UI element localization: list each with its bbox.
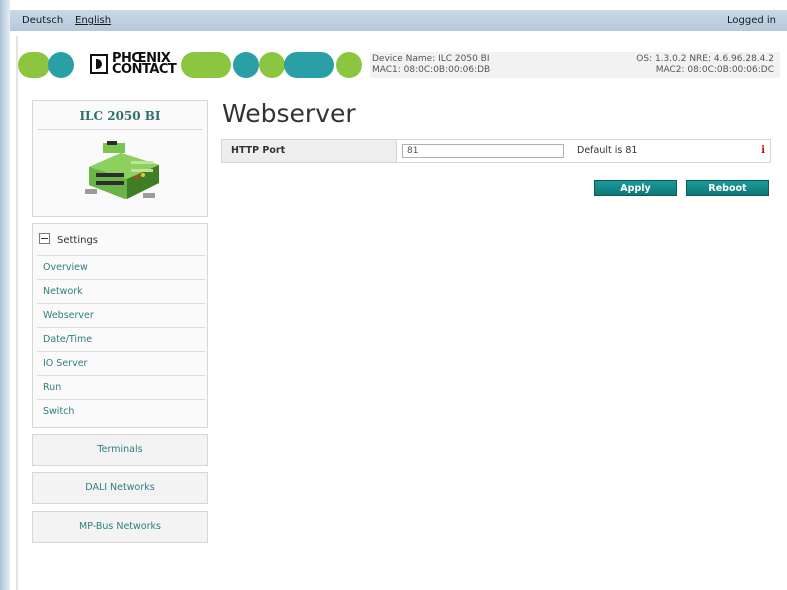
device-name: Device Name: ILC 2050 BI — [372, 54, 490, 64]
controller-device-image — [85, 141, 159, 199]
reboot-button[interactable]: Reboot — [686, 180, 769, 196]
decor-teal-pill — [284, 52, 334, 78]
mac1-address: MAC1: 08:0C:0B:00:06:DB — [372, 65, 491, 75]
settings-title: Settings — [57, 235, 99, 246]
device-title: ILC 2050 BI — [79, 109, 161, 123]
left-edge-strip — [0, 0, 10, 590]
decor-teal-circle — [233, 52, 259, 78]
left-divider — [16, 36, 18, 590]
device-panel: ILC 2050 BI — [32, 100, 208, 217]
header-banner: PHŒNIX CONTACT Device Name: ILC 2050 BI … — [18, 50, 780, 78]
top-bar: Deutsch English Logged in — [10, 10, 787, 31]
nav-item-network[interactable]: Network — [37, 279, 205, 303]
nav-item-date-time[interactable]: Date/Time — [37, 327, 205, 351]
nav-group-dali-networks[interactable]: DALI Networks — [32, 472, 208, 504]
page-title: Webserver — [222, 99, 356, 128]
apply-button[interactable]: Apply — [594, 180, 677, 196]
device-info-box: Device Name: ILC 2050 BI MAC1: 08:0C:0B:… — [370, 52, 780, 78]
decor-green-circle — [259, 52, 285, 78]
nav-group-mp-bus-networks[interactable]: MP-Bus Networks — [32, 511, 208, 543]
os-version: OS: 1.3.0.2 NRE: 4.6.96.28.4.2 — [636, 54, 774, 64]
logo-text-line2: CONTACT — [112, 62, 177, 77]
nav-item-run[interactable]: Run — [37, 375, 205, 399]
language-link-english[interactable]: English — [75, 15, 111, 26]
decor-green-pill — [181, 52, 231, 78]
http-port-default-hint: Default is 81 — [577, 145, 638, 156]
nav-group-terminals[interactable]: Terminals — [32, 434, 208, 466]
settings-panel: Settings Overview Network Webserver Date… — [32, 223, 208, 428]
settings-header[interactable]: Settings — [39, 233, 98, 246]
nav-item-webserver[interactable]: Webserver — [37, 303, 205, 327]
http-port-input[interactable] — [402, 144, 564, 158]
language-link-deutsch[interactable]: Deutsch — [22, 15, 63, 26]
decor-green-pill — [18, 52, 50, 78]
logo-mark-icon — [90, 54, 108, 74]
info-icon[interactable]: i — [761, 140, 765, 162]
decor-green-circle — [336, 52, 362, 78]
divider — [38, 129, 202, 130]
decor-teal-circle — [48, 52, 74, 78]
mac2-address: MAC2: 08:0C:0B:00:06:DC — [655, 65, 774, 75]
login-status: Logged in — [726, 15, 776, 26]
http-port-label: HTTP Port — [222, 140, 397, 162]
nav-item-io-server[interactable]: IO Server — [37, 351, 205, 375]
http-port-row: HTTP Port Default is 81 i — [221, 139, 771, 163]
nav-item-switch[interactable]: Switch — [37, 399, 205, 423]
collapse-minus-icon[interactable] — [39, 233, 50, 244]
nav-item-overview[interactable]: Overview — [37, 255, 205, 279]
